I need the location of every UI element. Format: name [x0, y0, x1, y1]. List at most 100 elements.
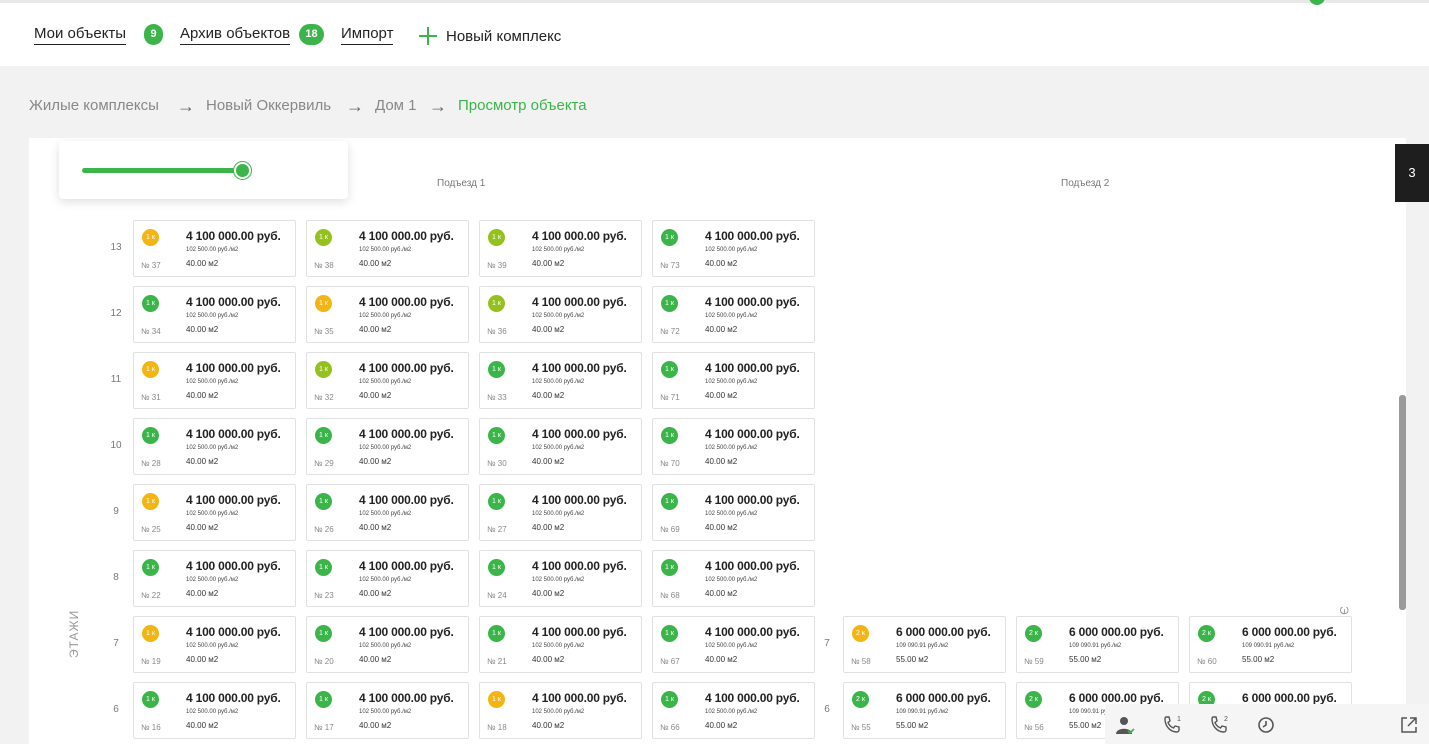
floor-slider-handle[interactable]	[234, 162, 251, 179]
user-check-icon[interactable]	[1114, 714, 1136, 736]
apartment-card[interactable]: 2 к 6 000 000.00 руб. 109 090.91 руб./м2 55…	[1189, 616, 1352, 673]
clock-icon[interactable]	[1255, 714, 1277, 736]
side-panel-tab[interactable]: 3	[1395, 144, 1429, 202]
plus-icon[interactable]	[418, 26, 438, 46]
floor-slider-track[interactable]	[82, 168, 242, 173]
rooms-badge: 1 к	[142, 361, 159, 378]
breadcrumb-current: Просмотр объекта	[458, 97, 587, 114]
floor-slider-card	[59, 141, 348, 199]
apartment-price: 4 100 000.00 руб.	[186, 229, 281, 243]
apartment-card[interactable]: 1 к 4 100 000.00 руб. 102 500.00 руб./м2 40…	[479, 352, 642, 409]
floor-number: 8	[113, 572, 119, 583]
apartment-price-per-m2: 109 090.91 руб./м2	[896, 643, 949, 649]
apartment-price: 6 000 000.00 руб.	[896, 625, 991, 639]
apartment-price: 4 100 000.00 руб.	[705, 493, 800, 507]
apartment-card[interactable]: 1 к 4 100 000.00 руб. 102 500.00 руб./м2 40…	[133, 286, 296, 343]
apartment-card[interactable]: 1 к 4 100 000.00 руб. 102 500.00 руб./м2 40…	[306, 220, 469, 277]
apartment-card[interactable]: 1 к 4 100 000.00 руб. 102 500.00 руб./м2 40…	[133, 220, 296, 277]
phone-icon[interactable]: 1	[1161, 714, 1183, 736]
apartment-card[interactable]: 1 к 4 100 000.00 руб. 102 500.00 руб./м2 40…	[652, 220, 815, 277]
entrance-label: Подъезд 1	[437, 178, 486, 189]
apartment-price-per-m2: 102 500.00 руб./м2	[359, 247, 412, 253]
apartment-card[interactable]: 1 к 4 100 000.00 руб. 102 500.00 руб./м2 40…	[652, 550, 815, 607]
floor-number: 13	[110, 242, 122, 253]
apartment-card[interactable]: 1 к 4 100 000.00 руб. 102 500.00 руб./м2 40…	[479, 484, 642, 541]
rooms-badge: 1 к	[488, 295, 505, 312]
apartment-card[interactable]: 1 к 4 100 000.00 руб. 102 500.00 руб./м2 40…	[479, 550, 642, 607]
apartment-card[interactable]: 1 к 4 100 000.00 руб. 102 500.00 руб./м2 40…	[306, 352, 469, 409]
apartment-price-per-m2: 102 500.00 руб./м2	[359, 379, 412, 385]
rooms-badge: 1 к	[315, 493, 332, 510]
apartment-card[interactable]: 1 к 4 100 000.00 руб. 102 500.00 руб./м2 40…	[133, 484, 296, 541]
nav-my-objects[interactable]: Мои объекты	[34, 25, 127, 45]
apartment-price-per-m2: 102 500.00 руб./м2	[705, 445, 758, 451]
apartment-card[interactable]: 1 к 4 100 000.00 руб. 102 500.00 руб./м2 40…	[479, 418, 642, 475]
apartment-price-per-m2: 102 500.00 руб./м2	[359, 709, 412, 715]
floors-axis-label: ЭТАЖИ	[67, 609, 81, 658]
nav-import[interactable]: Импорт	[341, 25, 394, 45]
apartment-price-per-m2: 102 500.00 руб./м2	[705, 379, 758, 385]
apartment-price: 4 100 000.00 руб.	[705, 229, 800, 243]
apartment-area: 40.00 м2	[532, 589, 565, 598]
apartment-card[interactable]: 1 к 4 100 000.00 руб. 102 500.00 руб./м2 40…	[652, 484, 815, 541]
breadcrumb-item[interactable]: Новый Оккервиль	[206, 96, 331, 116]
nav-archive[interactable]: Архив объектов	[180, 25, 291, 45]
apartment-price-per-m2: 102 500.00 руб./м2	[186, 709, 239, 715]
scrollbar[interactable]	[1399, 395, 1406, 610]
rooms-badge: 2 к	[1025, 625, 1042, 642]
apartment-price-per-m2: 102 500.00 руб./м2	[705, 511, 758, 517]
apartment-price: 6 000 000.00 руб.	[896, 691, 991, 705]
rooms-badge: 1 к	[142, 427, 159, 444]
rooms-badge: 1 к	[661, 625, 678, 642]
apartment-area: 40.00 м2	[705, 523, 738, 532]
apartment-card[interactable]: 1 к 4 100 000.00 руб. 102 500.00 руб./м2 40…	[306, 286, 469, 343]
apartment-card[interactable]: 2 к 6 000 000.00 руб. 109 090.91 руб./м2 55…	[843, 682, 1006, 739]
apartment-area: 40.00 м2	[359, 655, 392, 664]
apartment-card[interactable]: 1 к 4 100 000.00 руб. 102 500.00 руб./м2 40…	[306, 616, 469, 673]
apartment-price: 4 100 000.00 руб.	[532, 427, 627, 441]
apartment-price-per-m2: 109 090.91 руб./м2	[1069, 643, 1122, 649]
apartment-card[interactable]: 2 к 6 000 000.00 руб. 109 090.91 руб./м2 55…	[1016, 616, 1179, 673]
apartment-number: № 56	[1024, 723, 1044, 732]
apartment-card[interactable]: 1 к 4 100 000.00 руб. 102 500.00 руб./м2 40…	[652, 418, 815, 475]
breadcrumb-item[interactable]: Дом 1	[375, 96, 417, 116]
apartment-card[interactable]: 1 к 4 100 000.00 руб. 102 500.00 руб./м2 40…	[306, 682, 469, 739]
apartment-price-per-m2: 102 500.00 руб./м2	[532, 379, 585, 385]
rooms-badge: 1 к	[142, 625, 159, 642]
rooms-badge: 1 к	[142, 229, 159, 246]
apartment-card[interactable]: 1 к 4 100 000.00 руб. 102 500.00 руб./м2 40…	[652, 352, 815, 409]
rooms-badge: 2 к	[852, 691, 869, 708]
apartment-area: 40.00 м2	[186, 721, 219, 730]
apartment-price: 6 000 000.00 руб.	[1242, 691, 1337, 705]
apartment-price: 4 100 000.00 руб.	[705, 361, 800, 375]
apartment-card[interactable]: 1 к 4 100 000.00 руб. 102 500.00 руб./м2 40…	[133, 616, 296, 673]
apartment-area: 40.00 м2	[532, 655, 565, 664]
apartment-card[interactable]: 1 к 4 100 000.00 руб. 102 500.00 руб./м2 40…	[133, 682, 296, 739]
apartment-card[interactable]: 1 к 4 100 000.00 руб. 102 500.00 руб./м2 40…	[306, 550, 469, 607]
apartment-card[interactable]: 1 к 4 100 000.00 руб. 102 500.00 руб./м2 40…	[133, 352, 296, 409]
new-complex-button[interactable]: Новый комплекс	[446, 28, 561, 45]
external-link-icon[interactable]	[1398, 714, 1420, 736]
apartment-price-per-m2: 102 500.00 руб./м2	[186, 643, 239, 649]
apartment-card[interactable]: 1 к 4 100 000.00 руб. 102 500.00 руб./м2 40…	[133, 418, 296, 475]
breadcrumb-item[interactable]: Жилые комплексы	[29, 96, 159, 116]
rooms-badge: 1 к	[661, 361, 678, 378]
apartment-area: 40.00 м2	[705, 259, 738, 268]
apartment-number: № 36	[487, 327, 507, 336]
apartment-card[interactable]: 1 к 4 100 000.00 руб. 102 500.00 руб./м2 40…	[652, 616, 815, 673]
apartment-area: 40.00 м2	[186, 589, 219, 598]
apartment-card[interactable]: 1 к 4 100 000.00 руб. 102 500.00 руб./м2 40…	[306, 484, 469, 541]
apartment-area: 55.00 м2	[896, 721, 929, 730]
apartment-card[interactable]: 1 к 4 100 000.00 руб. 102 500.00 руб./м2 40…	[479, 220, 642, 277]
apartment-number: № 73	[660, 261, 680, 270]
apartment-card[interactable]: 1 к 4 100 000.00 руб. 102 500.00 руб./м2 40…	[479, 616, 642, 673]
apartment-card[interactable]: 1 к 4 100 000.00 руб. 102 500.00 руб./м2 40…	[479, 682, 642, 739]
apartment-card[interactable]: 1 к 4 100 000.00 руб. 102 500.00 руб./м2 40…	[479, 286, 642, 343]
apartment-card[interactable]: 1 к 4 100 000.00 руб. 102 500.00 руб./м2 40…	[652, 682, 815, 739]
apartment-card[interactable]: 2 к 6 000 000.00 руб. 109 090.91 руб./м2 55…	[843, 616, 1006, 673]
apartment-card[interactable]: 1 к 4 100 000.00 руб. 102 500.00 руб./м2 40…	[306, 418, 469, 475]
apartment-card[interactable]: 1 к 4 100 000.00 руб. 102 500.00 руб./м2 40…	[652, 286, 815, 343]
apartment-card[interactable]: 1 к 4 100 000.00 руб. 102 500.00 руб./м2 40…	[133, 550, 296, 607]
phone-icon[interactable]: 2	[1208, 714, 1230, 736]
apartment-price: 4 100 000.00 руб.	[359, 559, 454, 573]
